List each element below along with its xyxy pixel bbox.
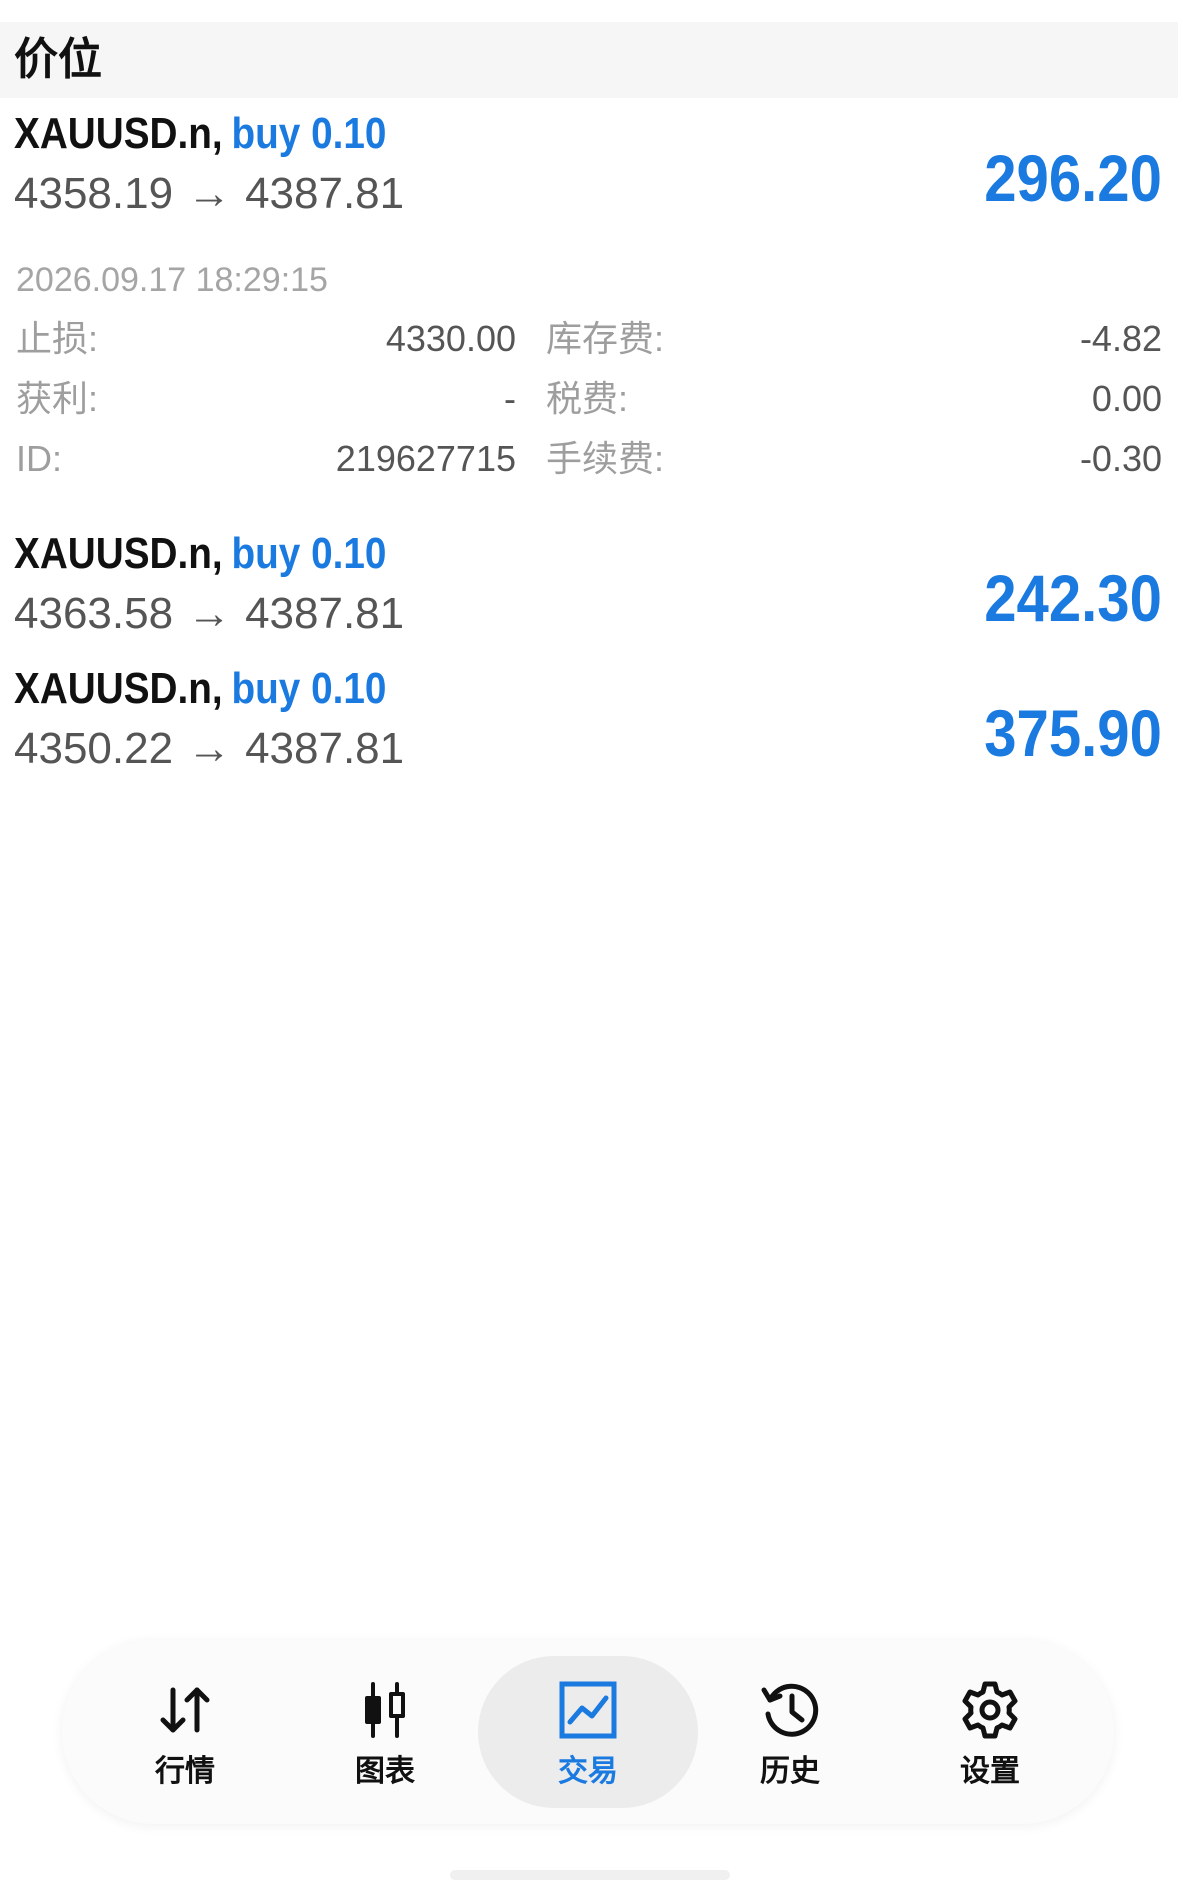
commission-label: 手续费: bbox=[546, 438, 665, 479]
position-prices: 4363.58 → 4387.81 bbox=[14, 588, 404, 640]
open-price: 4358.19 bbox=[14, 169, 174, 218]
position-header: XAUUSD.n, buy 0.10 bbox=[14, 663, 386, 715]
section-header: 价位 bbox=[0, 22, 1178, 98]
position-prices: 4350.22 → 4387.81 bbox=[14, 723, 404, 775]
current-price: 4387.81 bbox=[245, 589, 405, 638]
id-value: 219627715 bbox=[335, 438, 516, 479]
arrow-icon: → bbox=[187, 169, 232, 218]
position-header: XAUUSD.n, buy 0.10 bbox=[14, 108, 386, 160]
swap-label: 库存费: bbox=[546, 318, 665, 359]
position-direction: buy 0.10 bbox=[231, 529, 387, 578]
position-symbol: XAUUSD.n bbox=[14, 664, 212, 713]
take-profit-label: 获利: bbox=[16, 378, 99, 419]
take-profit-value: - bbox=[504, 378, 516, 419]
position-separator: , bbox=[211, 664, 223, 713]
position-profit: 242.30 bbox=[984, 561, 1162, 635]
arrow-icon: → bbox=[187, 589, 232, 638]
tax-label: 税费: bbox=[546, 378, 629, 419]
nav-item-settings[interactable]: 设置 bbox=[890, 1656, 1090, 1808]
position-symbol: XAUUSD.n bbox=[14, 529, 212, 578]
current-price: 4387.81 bbox=[245, 169, 405, 218]
trade-chart-icon bbox=[559, 1681, 617, 1739]
position-row[interactable]: XAUUSD.n, buy 0.10 4363.58 → 4387.81 242.30 bbox=[0, 528, 1178, 648]
stop-loss-label: 止损: bbox=[16, 318, 99, 359]
open-price: 4350.22 bbox=[14, 724, 174, 773]
position-separator: , bbox=[211, 109, 223, 158]
position-separator: , bbox=[211, 529, 223, 578]
position-header: XAUUSD.n, buy 0.10 bbox=[14, 528, 386, 580]
nav-item-history[interactable]: 历史 bbox=[690, 1656, 890, 1808]
nav-label: 交易 bbox=[558, 1755, 618, 1788]
commission-value: -0.30 bbox=[1079, 438, 1162, 479]
candlestick-icon bbox=[365, 1682, 405, 1738]
nav-item-chart[interactable]: 图表 bbox=[285, 1656, 485, 1808]
swap-value: -4.82 bbox=[1079, 318, 1162, 359]
home-indicator bbox=[450, 1870, 730, 1880]
arrow-icon: → bbox=[187, 724, 232, 773]
nav-label: 设置 bbox=[960, 1755, 1020, 1788]
gear-icon bbox=[962, 1681, 1018, 1739]
id-label: ID: bbox=[16, 438, 63, 479]
position-symbol: XAUUSD.n bbox=[14, 109, 212, 158]
position-row[interactable]: XAUUSD.n, buy 0.10 4358.19 → 4387.81 296.20… bbox=[0, 108, 1178, 488]
tax-value: 0.00 bbox=[1091, 378, 1162, 419]
stop-loss-value: 4330.00 bbox=[385, 318, 516, 359]
top-strip bbox=[0, 0, 1178, 22]
current-price: 4387.81 bbox=[245, 724, 405, 773]
nav-label: 历史 bbox=[760, 1755, 820, 1788]
position-open-time: 2026.09.17 18:29:15 bbox=[16, 261, 328, 299]
arrows-up-down-icon bbox=[160, 1687, 210, 1733]
section-title: 价位 bbox=[14, 35, 102, 84]
position-direction: buy 0.10 bbox=[231, 109, 387, 158]
bottom-nav: 行情 图表 交易 历史 设置 bbox=[62, 1640, 1114, 1824]
position-row[interactable]: XAUUSD.n, buy 0.10 4350.22 → 4387.81 375.90 bbox=[0, 663, 1178, 783]
history-clock-icon bbox=[761, 1683, 819, 1737]
position-profit: 296.20 bbox=[984, 141, 1162, 215]
nav-label: 行情 bbox=[155, 1755, 215, 1788]
nav-label: 图表 bbox=[355, 1755, 415, 1788]
nav-item-trade[interactable]: 交易 bbox=[478, 1656, 698, 1808]
position-direction: buy 0.10 bbox=[231, 664, 387, 713]
position-prices: 4358.19 → 4387.81 bbox=[14, 168, 404, 220]
open-price: 4363.58 bbox=[14, 589, 174, 638]
nav-item-quotes[interactable]: 行情 bbox=[85, 1656, 285, 1808]
position-profit: 375.90 bbox=[984, 696, 1162, 770]
